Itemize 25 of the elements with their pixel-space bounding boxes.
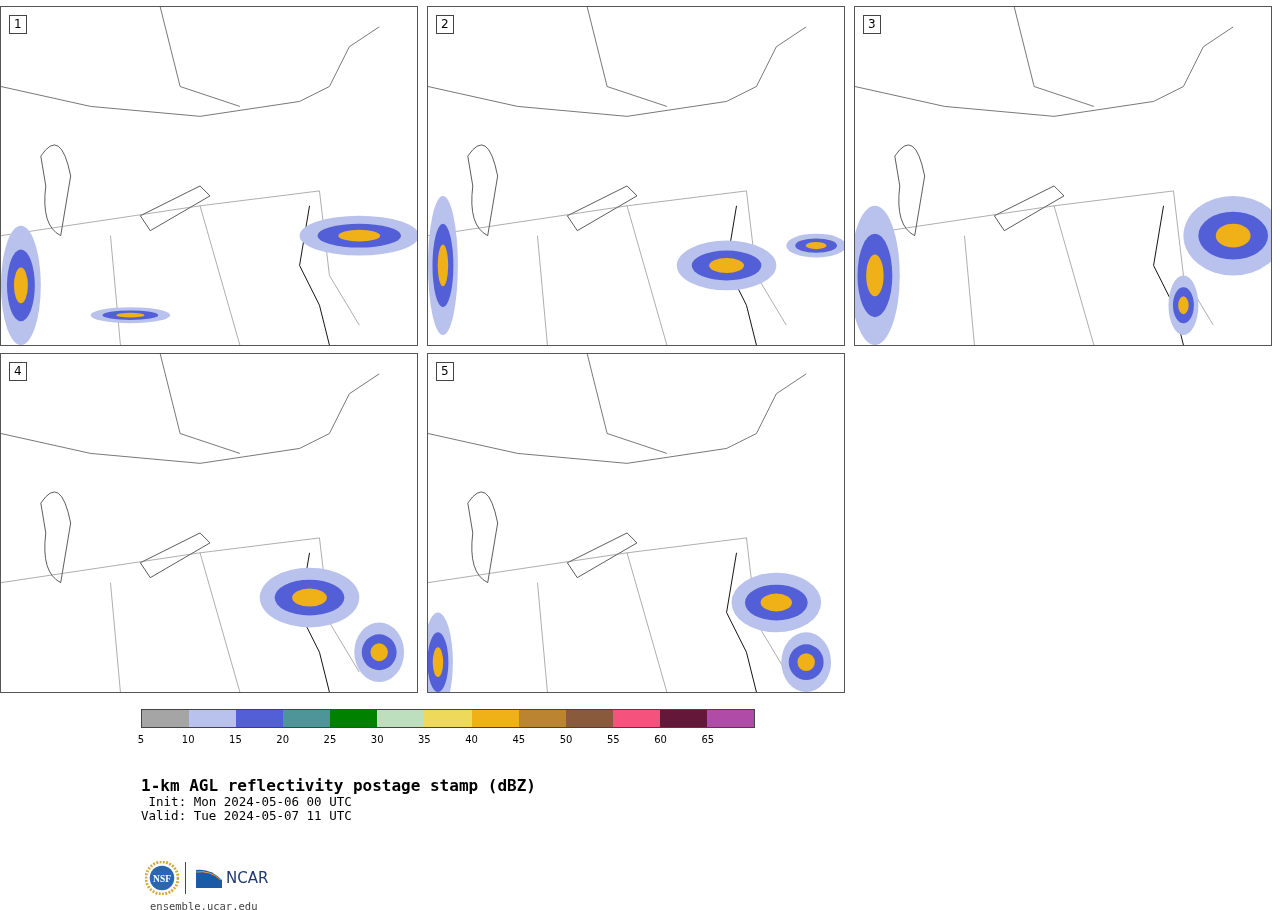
panel-number: 5 [436, 362, 454, 381]
panel-number: 2 [436, 15, 454, 34]
scale-tick-label: 65 [701, 734, 715, 746]
panel-number: 1 [9, 15, 27, 34]
scale-tick-label: 25 [323, 734, 337, 746]
scale-tick-label: 15 [229, 734, 242, 746]
scale-tick-label: 20 [276, 734, 290, 746]
ncar-logo-text: NCAR [226, 869, 269, 887]
scale-tick-label: 50 [559, 734, 573, 746]
scale-tick-label: 60 [654, 734, 667, 746]
scale-tick-label: 5 [137, 734, 145, 746]
scale-tick-label: 10 [181, 734, 195, 746]
wave-logo-icon [196, 868, 222, 888]
scale-tick-label: 30 [370, 734, 384, 746]
scale-tick-label: 55 [606, 734, 620, 746]
scale-tick-label: 35 [418, 734, 431, 746]
scale-tick-label: 45 [512, 734, 526, 746]
init-time: Init: Mon 2024-05-06 00 UTC [147, 795, 353, 809]
nsf-logo: NSF [145, 861, 179, 895]
panel-number: 3 [863, 15, 881, 34]
chart-title: 1-km AGL reflectivity postage stamp (dBZ) [141, 777, 537, 795]
scale-tick-label: 40 [465, 734, 478, 746]
valid-time: Valid: Tue 2024-05-07 11 UTC [141, 809, 353, 823]
panel-number: 4 [9, 362, 27, 381]
site-url: ensemble.ucar.edu [150, 900, 259, 910]
